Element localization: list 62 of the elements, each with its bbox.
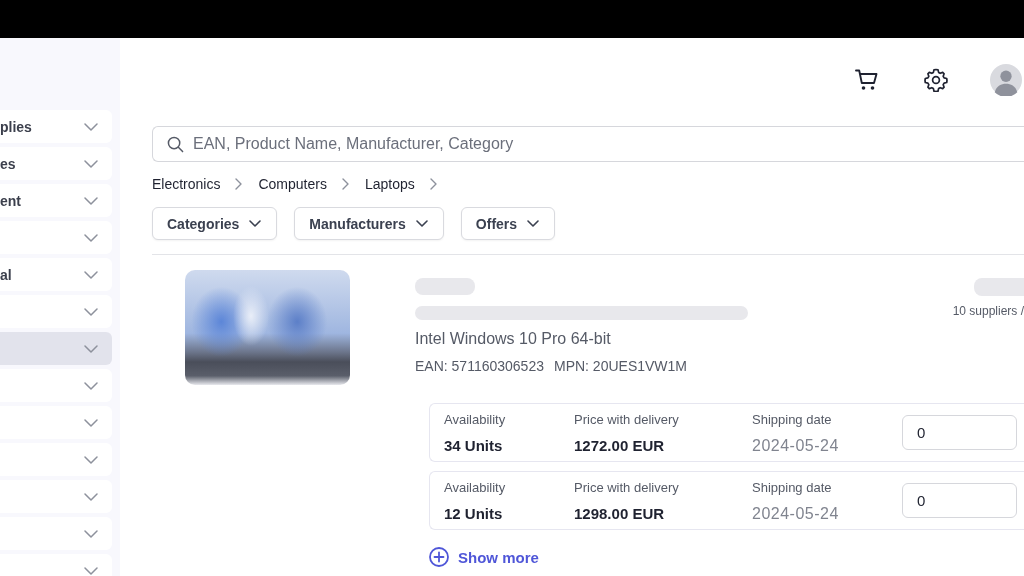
sidebar-item[interactable] <box>0 295 112 328</box>
price-label: Price with delivery <box>574 479 679 496</box>
user-avatar[interactable] <box>990 64 1022 96</box>
chevron-down-icon <box>84 160 98 168</box>
chevron-down-icon <box>84 530 98 538</box>
chevron-down-icon <box>84 271 98 279</box>
price-value: 1298.00 EUR <box>574 504 665 522</box>
chevron-down-icon <box>84 234 98 242</box>
breadcrumb-link[interactable]: Electronics <box>152 176 221 192</box>
filter-dropdown[interactable]: Manufacturers <box>294 207 444 240</box>
chevron-right-icon <box>341 178 349 190</box>
chevron-down-icon <box>84 493 98 501</box>
shipping-date-label: Shipping date <box>752 479 832 496</box>
sidebar-item[interactable]: es <box>0 147 112 180</box>
availability-label: Availability <box>444 479 506 496</box>
search-field[interactable]: EAN, Product Name, Manufacturer, Category <box>152 126 1024 162</box>
chevron-down-icon <box>84 345 98 353</box>
chevron-down-icon <box>527 220 540 227</box>
quantity-field[interactable]: 0 <box>902 415 1017 450</box>
sidebar-item[interactable] <box>0 332 112 365</box>
chevron-down-icon <box>84 123 98 131</box>
chevron-down-icon <box>249 220 262 227</box>
chevron-right-icon <box>429 178 437 190</box>
sidebar-item[interactable] <box>0 517 112 550</box>
chevron-down-icon <box>84 419 98 427</box>
product-description: Intel Windows 10 Pro 64-bit <box>415 329 612 349</box>
chevron-down-icon <box>84 567 98 575</box>
filter-dropdown[interactable]: Offers <box>460 207 556 240</box>
ean-code: EAN: 571160306523 <box>415 357 544 375</box>
breadcrumb-link[interactable]: Computers <box>258 176 327 192</box>
availability-value: 12 Units <box>444 504 503 522</box>
sidebar-item[interactable]: ent <box>0 184 112 217</box>
price-value: 1272.00 EUR <box>574 436 665 454</box>
sidebar-item[interactable] <box>0 221 112 254</box>
quantity-field[interactable]: 0 <box>902 483 1017 518</box>
chevron-down-icon <box>415 220 428 227</box>
sidebar-item[interactable] <box>0 369 112 402</box>
availability-value: 34 Units <box>444 436 503 454</box>
chevron-down-icon <box>84 308 98 316</box>
shipping-date-value: 2024-05-24 <box>752 436 839 454</box>
settings-icon[interactable] <box>924 68 948 92</box>
show-more-link[interactable]: Show more <box>429 547 539 567</box>
search-icon <box>167 136 184 153</box>
filter-dropdown[interactable]: Categories <box>152 207 278 240</box>
shipping-date-label: Shipping date <box>752 411 832 428</box>
sidebar-item[interactable]: al <box>0 258 112 291</box>
chevron-down-icon <box>84 456 98 464</box>
chevron-down-icon <box>84 382 98 390</box>
supplier-count: 10 suppliers / <box>952 304 1024 318</box>
sidebar-item[interactable]: plies <box>0 110 112 143</box>
shipping-date-value: 2024-05-24 <box>752 504 839 522</box>
availability-label: Availability <box>444 411 506 428</box>
chevron-down-icon <box>84 197 98 205</box>
plus-circle-icon <box>429 547 449 567</box>
sidebar-item[interactable] <box>0 443 112 476</box>
cart-icon[interactable] <box>855 69 879 91</box>
mpn-code: MPN: 20UES1VW1M <box>553 357 687 375</box>
sidebar-item[interactable] <box>0 480 112 513</box>
chevron-right-icon <box>235 178 243 190</box>
price-label: Price with delivery <box>574 411 679 428</box>
breadcrumb-link[interactable]: Laptops <box>364 176 415 192</box>
sidebar-item[interactable] <box>0 406 112 439</box>
